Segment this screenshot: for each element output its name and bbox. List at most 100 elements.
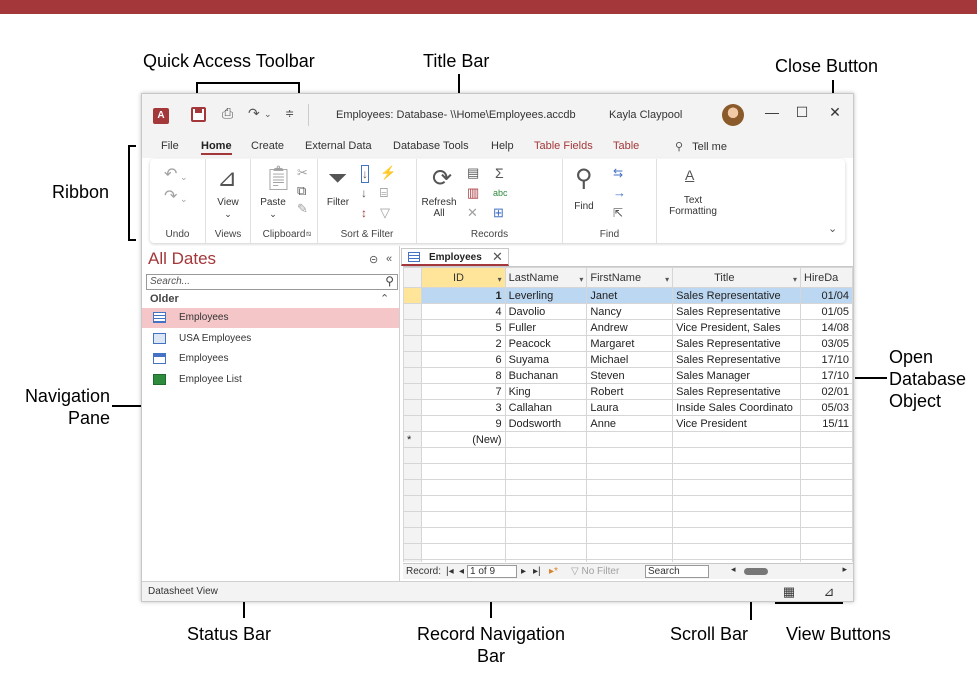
access-app-icon[interactable]: A: [153, 108, 169, 124]
copy-icon[interactable]: ⧉: [297, 183, 306, 199]
nav-item-employee-list-report[interactable]: Employee List: [142, 370, 399, 390]
undo-icon[interactable]: ↶: [164, 167, 177, 183]
cell-id[interactable]: 6: [420, 351, 506, 368]
cell-title[interactable]: Vice President, Sales: [672, 319, 802, 336]
row-selector[interactable]: [403, 383, 422, 400]
row-selector[interactable]: [403, 415, 422, 432]
tab-home[interactable]: Home: [201, 140, 232, 155]
cell-lastname[interactable]: Buchanan: [504, 367, 588, 384]
cell-hiredate[interactable]: 05/03: [800, 399, 853, 416]
cell-lastname[interactable]: King: [504, 383, 588, 400]
find-icon[interactable]: ⚲: [575, 167, 593, 191]
nav-item-employees-form[interactable]: Employees: [142, 349, 399, 369]
empty-cell[interactable]: [800, 431, 853, 448]
sort-descending-icon[interactable]: ↓: [361, 185, 367, 201]
document-tab-employees[interactable]: Employees ✕: [401, 248, 509, 266]
format-painter-icon[interactable]: ✎: [297, 201, 308, 217]
table-row[interactable]: 3 Callahan Laura Inside Sales Coordinato 05/…: [403, 399, 853, 416]
more-icon[interactable]: ⊞: [493, 205, 504, 221]
user-name[interactable]: Kayla Claypool: [609, 109, 682, 121]
totals-icon[interactable]: Σ: [495, 165, 504, 181]
dialog-launcher-icon[interactable]: ⧅: [306, 226, 311, 242]
cell-id[interactable]: 3: [420, 399, 506, 416]
chevron-down-icon[interactable]: ▾: [665, 275, 669, 284]
scroll-right-arrow[interactable]: ▸: [842, 564, 847, 575]
column-header-firstname[interactable]: FirstName ▾: [586, 267, 674, 288]
cell-firstname[interactable]: Laura: [586, 399, 674, 416]
redo-icon[interactable]: ↷: [248, 105, 260, 122]
cell-hiredate[interactable]: 17/10: [800, 367, 853, 384]
chevron-down-icon[interactable]: ⌄: [264, 109, 272, 120]
refresh-all-button[interactable]: Refresh All: [419, 197, 459, 219]
font-color-icon[interactable]: A: [685, 167, 694, 183]
column-header-title[interactable]: Title ▾: [672, 267, 802, 288]
new-record-icon[interactable]: ▤: [467, 165, 479, 181]
maximize-button[interactable]: ☐: [792, 104, 812, 121]
remove-sort-icon[interactable]: ↕: [361, 205, 367, 221]
row-selector[interactable]: [403, 287, 422, 304]
cell-title[interactable]: Sales Manager: [672, 367, 802, 384]
tab-database-tools[interactable]: Database Tools: [393, 140, 469, 152]
delete-icon[interactable]: ✕: [467, 205, 478, 221]
record-search-input[interactable]: Search: [645, 565, 709, 578]
scroll-left-arrow[interactable]: ◂: [731, 564, 736, 575]
scroll-thumb[interactable]: [744, 568, 768, 575]
next-record-button[interactable]: ▸: [521, 566, 526, 577]
find-button[interactable]: Find: [565, 201, 603, 212]
cell-lastname[interactable]: Callahan: [504, 399, 588, 416]
column-header-id[interactable]: ID ▾: [420, 267, 506, 288]
cell-lastname[interactable]: Dodsworth: [504, 415, 588, 432]
cell-title[interactable]: Sales Representative: [672, 383, 802, 400]
refresh-icon[interactable]: ⟳: [432, 167, 452, 191]
save-icon[interactable]: [191, 107, 206, 122]
tab-help[interactable]: Help: [491, 140, 514, 152]
cell-id[interactable]: 1: [420, 287, 506, 304]
cell-title[interactable]: Sales Representative: [672, 335, 802, 352]
cell-firstname[interactable]: Janet: [586, 287, 674, 304]
print-preview-icon[interactable]: ⎙: [222, 105, 233, 122]
cell-title[interactable]: Inside Sales Coordinato: [672, 399, 802, 416]
tab-file[interactable]: File: [161, 140, 179, 152]
sort-ascending-icon[interactable]: ↓: [361, 165, 369, 183]
tab-create[interactable]: Create: [251, 140, 284, 152]
customize-qat-icon[interactable]: ≑: [285, 107, 294, 120]
table-row[interactable]: 5 Fuller Andrew Vice President, Sales 14/08: [403, 319, 853, 336]
previous-record-button[interactable]: ◂: [459, 566, 464, 577]
horizontal-scroll-bar[interactable]: ◂ ▸: [731, 564, 847, 576]
avatar[interactable]: [722, 104, 744, 126]
cut-icon[interactable]: ✂: [297, 165, 308, 181]
first-record-button[interactable]: |◂: [446, 566, 454, 577]
current-record-field[interactable]: 1 of 9: [467, 565, 517, 578]
empty-cell[interactable]: [586, 431, 674, 448]
cell-lastname[interactable]: Davolio: [504, 303, 588, 320]
cell-lastname[interactable]: Suyama: [504, 351, 588, 368]
no-filter-indicator[interactable]: ▽ No Filter: [571, 566, 619, 577]
cell-hiredate[interactable]: 02/01: [800, 383, 853, 400]
tab-table[interactable]: Table: [613, 140, 639, 152]
new-row-id[interactable]: (New): [420, 431, 506, 448]
table-row[interactable]: 7 King Robert Sales Representative 02/01: [403, 383, 853, 400]
table-row[interactable]: 4 Davolio Nancy Sales Representative 01/05: [403, 303, 853, 320]
cell-title[interactable]: Sales Representative: [672, 287, 802, 304]
text-formatting-button[interactable]: Text Formatting: [657, 195, 729, 217]
last-record-button[interactable]: ▸|: [533, 566, 541, 577]
select-icon[interactable]: ⇱: [613, 205, 623, 221]
new-record-row[interactable]: * (New): [403, 431, 853, 448]
sort-arrow-icon[interactable]: ▾: [498, 275, 502, 284]
cell-id[interactable]: 8: [420, 367, 506, 384]
cell-firstname[interactable]: Michael: [586, 351, 674, 368]
cell-firstname[interactable]: Margaret: [586, 335, 674, 352]
cell-id[interactable]: 5: [420, 319, 506, 336]
cell-id[interactable]: 2: [420, 335, 506, 352]
cell-lastname[interactable]: Leverling: [504, 287, 588, 304]
cell-firstname[interactable]: Steven: [586, 367, 674, 384]
cell-hiredate[interactable]: 17/10: [800, 351, 853, 368]
cell-id[interactable]: 4: [420, 303, 506, 320]
redo-icon[interactable]: ↷: [164, 189, 177, 205]
spelling-icon[interactable]: abc: [493, 185, 508, 201]
collapse-ribbon-icon[interactable]: ⌄: [828, 221, 837, 237]
cell-firstname[interactable]: Anne: [586, 415, 674, 432]
select-all-corner[interactable]: [403, 267, 422, 288]
column-header-lastname[interactable]: LastName ▾: [504, 267, 588, 288]
close-icon[interactable]: ✕: [492, 249, 503, 265]
